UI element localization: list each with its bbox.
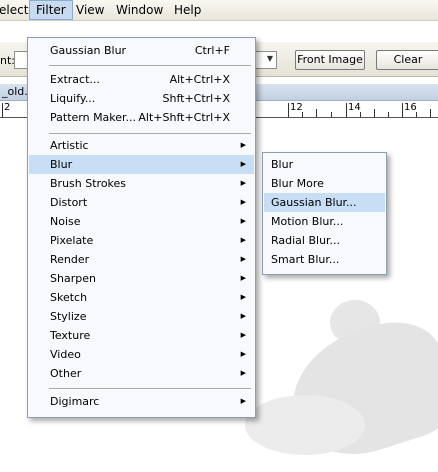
menu-view[interactable]: View <box>70 0 110 20</box>
menu-item-noise[interactable]: Noise ▶ <box>29 212 254 231</box>
ruler-number: 14 <box>348 102 361 113</box>
submenu-item-radial-blur[interactable]: Radial Blur... <box>264 231 385 250</box>
chevron-right-icon: ▶ <box>240 369 246 377</box>
menu-window[interactable]: Window <box>110 0 169 20</box>
canvas-shadow <box>245 395 365 455</box>
chevron-right-icon: ▶ <box>240 217 246 225</box>
chevron-right-icon: ▶ <box>240 236 246 244</box>
menu-item-blur[interactable]: Blur ▶ <box>29 155 254 174</box>
ruler-number: 2 <box>4 102 11 113</box>
submenu-item-gaussian-blur[interactable]: Gaussian Blur... <box>264 193 385 212</box>
menu-item-sharpen[interactable]: Sharpen ▶ <box>29 269 254 288</box>
chevron-right-icon: ▶ <box>240 160 246 168</box>
filter-menu: Gaussian Blur Ctrl+F Extract... Alt+Ctrl… <box>27 37 256 418</box>
submenu-item-motion-blur[interactable]: Motion Blur... <box>264 212 385 231</box>
menu-item-extract[interactable]: Extract... Alt+Ctrl+X <box>29 70 254 89</box>
menu-item-liquify[interactable]: Liquify... Shft+Ctrl+X <box>29 89 254 108</box>
document-name: _old. <box>2 85 28 98</box>
chevron-right-icon: ▶ <box>240 350 246 358</box>
submenu-item-smart-blur[interactable]: Smart Blur... <box>264 250 385 269</box>
chevron-right-icon: ▶ <box>240 179 246 187</box>
menu-item-stylize[interactable]: Stylize ▶ <box>29 307 254 326</box>
chevron-right-icon: ▶ <box>240 255 246 263</box>
menu-item-digimarc[interactable]: Digimarc ▶ <box>29 392 254 411</box>
chevron-right-icon: ▶ <box>240 331 246 339</box>
front-image-button[interactable]: Front Image <box>295 50 365 70</box>
submenu-item-blur[interactable]: Blur <box>264 155 385 174</box>
submenu-item-blur-more[interactable]: Blur More <box>264 174 385 193</box>
menu-help[interactable]: Help <box>168 0 207 20</box>
clear-button[interactable]: Clear <box>376 50 438 70</box>
menu-item-artistic[interactable]: Artistic ▶ <box>29 136 254 155</box>
options-label: nt: <box>0 54 15 67</box>
menu-bar: elect Filter View Window Help <box>0 0 438 21</box>
chevron-right-icon: ▶ <box>240 312 246 320</box>
menu-item-last-filter[interactable]: Gaussian Blur Ctrl+F <box>29 41 254 60</box>
chevron-down-icon[interactable]: ▼ <box>265 53 275 65</box>
menu-item-pattern-maker[interactable]: Pattern Maker... Alt+Shft+Ctrl+X <box>29 108 254 127</box>
menu-filter[interactable]: Filter <box>29 0 73 20</box>
chevron-right-icon: ▶ <box>240 293 246 301</box>
menu-item-video[interactable]: Video ▶ <box>29 345 254 364</box>
menu-item-other[interactable]: Other ▶ <box>29 364 254 383</box>
chevron-right-icon: ▶ <box>240 141 246 149</box>
menu-item-sketch[interactable]: Sketch ▶ <box>29 288 254 307</box>
ruler-number: 16 <box>404 102 417 113</box>
chevron-right-icon: ▶ <box>240 274 246 282</box>
menu-item-pixelate[interactable]: Pixelate ▶ <box>29 231 254 250</box>
chevron-right-icon: ▶ <box>240 397 246 405</box>
menu-item-render[interactable]: Render ▶ <box>29 250 254 269</box>
menu-item-brush-strokes[interactable]: Brush Strokes ▶ <box>29 174 254 193</box>
ruler-number: 12 <box>290 102 303 113</box>
menu-item-distort[interactable]: Distort ▶ <box>29 193 254 212</box>
blur-submenu: Blur Blur More Gaussian Blur... Motion B… <box>262 152 387 275</box>
chevron-right-icon: ▶ <box>240 198 246 206</box>
menu-item-texture[interactable]: Texture ▶ <box>29 326 254 345</box>
